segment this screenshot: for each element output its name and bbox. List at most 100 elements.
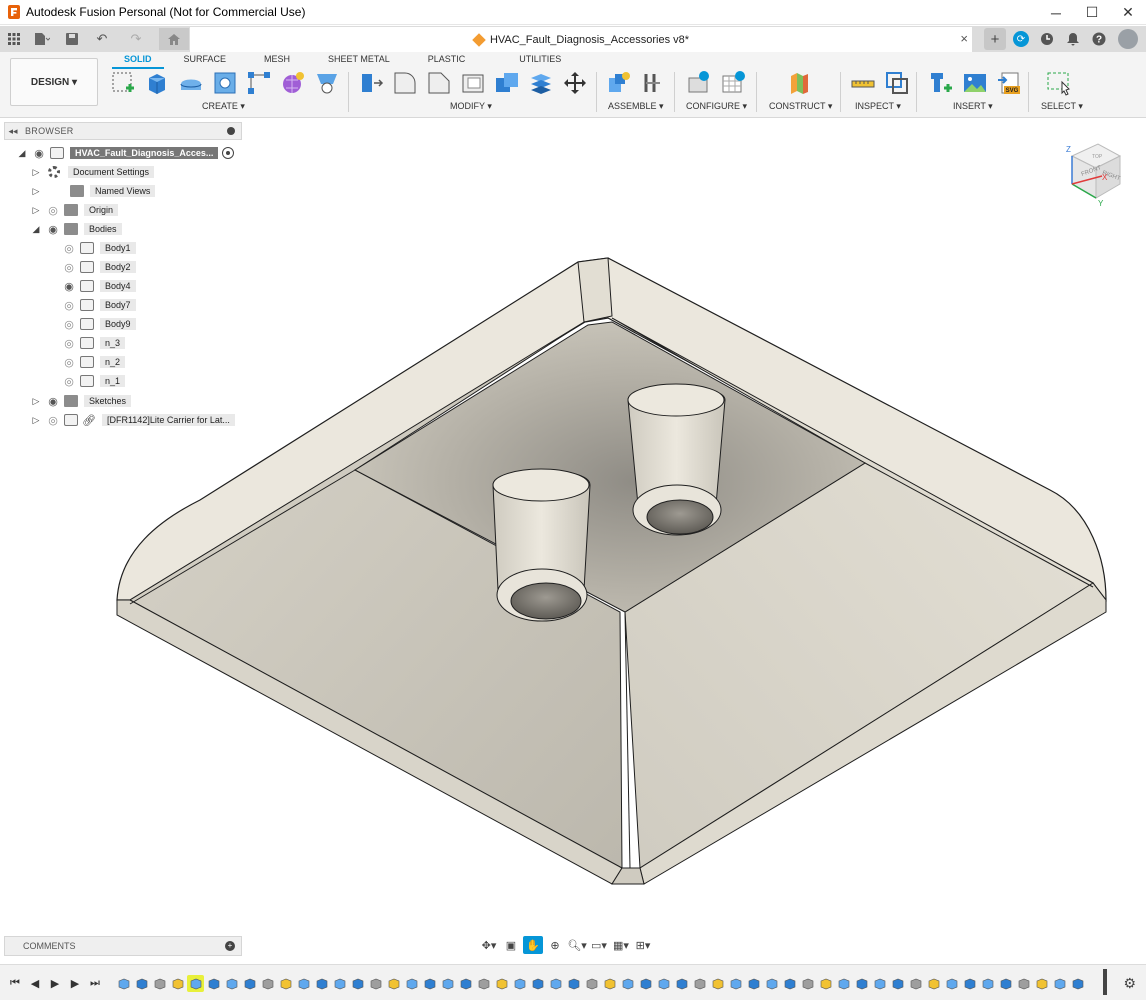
insert-svg-icon[interactable]: SVG: [996, 70, 1022, 96]
comments-panel[interactable]: COMMENTS +: [4, 936, 242, 956]
joint-icon[interactable]: [640, 70, 666, 96]
user-avatar[interactable]: [1118, 29, 1138, 49]
derive-icon[interactable]: [314, 70, 340, 96]
timeline-feature-icon[interactable]: [313, 975, 330, 992]
browser-item-body9[interactable]: ◎ Body9: [58, 316, 136, 332]
tab-solid[interactable]: SOLID: [112, 53, 164, 69]
insert-menu[interactable]: INSERT ▾: [953, 101, 993, 112]
timeline-feature-icon[interactable]: [439, 975, 456, 992]
view-cube[interactable]: FRONT RIGHT TOP Z X Y: [1062, 136, 1126, 208]
insert-canvas-icon[interactable]: [962, 70, 988, 96]
play-icon[interactable]: ▶: [46, 975, 64, 991]
timeline-feature-icon[interactable]: [619, 975, 636, 992]
timeline-feature-icon[interactable]: [529, 975, 546, 992]
select-window-icon[interactable]: [1046, 70, 1072, 96]
create-sketch-icon[interactable]: [110, 70, 136, 96]
help-icon[interactable]: ?: [1088, 28, 1110, 50]
move-copy-icon[interactable]: [562, 70, 588, 96]
step-forward-icon[interactable]: ▶: [66, 975, 84, 991]
browser-root-component[interactable]: ◢ ◉ HVAC_Fault_Diagnosis_Acces...: [16, 145, 235, 161]
timeline-features[interactable]: [115, 971, 1105, 995]
tab-sheet-metal[interactable]: SHEET METAL: [316, 53, 402, 69]
save-icon[interactable]: [61, 28, 83, 50]
app-grid-icon[interactable]: [3, 28, 25, 50]
timeline-feature-icon[interactable]: [727, 975, 744, 992]
timeline-feature-icon[interactable]: [655, 975, 672, 992]
timeline-feature-icon[interactable]: [349, 975, 366, 992]
timeline-feature-icon[interactable]: [385, 975, 402, 992]
boss-front[interactable]: [492, 468, 591, 622]
timeline-feature-icon[interactable]: [817, 975, 834, 992]
grid-settings-icon[interactable]: ▦▾: [611, 936, 631, 954]
timeline-feature-icon[interactable]: [1051, 975, 1068, 992]
visibility-eye-icon[interactable]: ◎: [62, 300, 76, 312]
browser-item-document-settings[interactable]: ▷ Document Settings: [30, 164, 155, 180]
document-tab[interactable]: HVAC_Fault_Diagnosis_Accessories v8* ×: [190, 27, 972, 52]
browser-item-named-views[interactable]: ▷ Named Views: [30, 183, 156, 199]
timeline-feature-icon[interactable]: [763, 975, 780, 992]
tab-surface[interactable]: SURFACE: [172, 53, 239, 69]
new-component-icon[interactable]: [606, 70, 632, 96]
orbit-icon[interactable]: ✥▾: [479, 936, 499, 954]
timeline-feature-icon[interactable]: [187, 974, 204, 992]
timeline-feature-icon[interactable]: [691, 975, 708, 992]
go-to-end-icon[interactable]: ⏭: [86, 975, 104, 991]
timeline-feature-icon[interactable]: [277, 975, 294, 992]
browser-item-body7[interactable]: ◎ Body7: [58, 297, 136, 313]
expand-triangle-icon[interactable]: ▷: [30, 204, 42, 216]
browser-item-bodies[interactable]: ◢ ◉ Bodies: [30, 221, 122, 237]
timeline-feature-icon[interactable]: [223, 975, 240, 992]
timeline-feature-icon[interactable]: [475, 975, 492, 992]
press-pull-icon[interactable]: [358, 70, 384, 96]
notifications-bell-icon[interactable]: [1062, 28, 1084, 50]
collapse-triangle-icon[interactable]: ◢: [16, 147, 28, 159]
timeline-settings-gear-icon[interactable]: ⚙: [1123, 975, 1136, 992]
timeline-feature-icon[interactable]: [961, 975, 978, 992]
collapse-triangle-icon[interactable]: ◢: [30, 223, 42, 235]
browser-item-body1[interactable]: ◎ Body1: [58, 240, 136, 256]
timeline-feature-icon[interactable]: [637, 975, 654, 992]
timeline-feature-icon[interactable]: [169, 975, 186, 992]
offset-faces-icon[interactable]: [528, 70, 554, 96]
go-to-start-icon[interactable]: ⏮: [6, 975, 24, 991]
job-status-icon[interactable]: [1036, 28, 1058, 50]
maximize-button[interactable]: ☐: [1074, 0, 1110, 25]
timeline-feature-icon[interactable]: [889, 975, 906, 992]
fit-icon[interactable]: 🔍︎▾: [567, 936, 587, 954]
configuration-table-icon[interactable]: [720, 70, 746, 96]
assemble-menu[interactable]: ASSEMBLE ▾: [608, 101, 664, 112]
browser-panel-header[interactable]: ◂◂ BROWSER: [4, 122, 242, 140]
extrude-icon[interactable]: [144, 70, 170, 96]
visibility-eye-icon[interactable]: ◎: [46, 205, 60, 217]
fillet-icon[interactable]: [392, 70, 418, 96]
create-form-icon[interactable]: [280, 70, 306, 96]
timeline-feature-icon[interactable]: [709, 975, 726, 992]
timeline-feature-icon[interactable]: [925, 975, 942, 992]
new-tab-button[interactable]: +: [984, 28, 1006, 50]
timeline-feature-icon[interactable]: [565, 975, 582, 992]
pan-hand-icon[interactable]: ✋: [523, 936, 543, 954]
hole-icon[interactable]: [212, 70, 238, 96]
visibility-eye-icon[interactable]: ◎: [62, 262, 76, 274]
model-canvas[interactable]: [0, 119, 1146, 959]
combine-icon[interactable]: [494, 70, 520, 96]
visibility-eye-icon[interactable]: ◉: [62, 281, 76, 293]
browser-item-body4[interactable]: ◉ Body4: [58, 278, 136, 294]
timeline-feature-icon[interactable]: [457, 975, 474, 992]
visibility-eye-icon[interactable]: ◉: [32, 148, 46, 160]
visibility-eye-icon[interactable]: ◎: [46, 415, 60, 427]
browser-item-linked-component[interactable]: ▷ ◎ 🔗︎ [DFR1142]Lite Carrier for Lat...: [30, 412, 235, 428]
insert-derive-icon[interactable]: [928, 70, 954, 96]
tab-plastic[interactable]: PLASTIC: [416, 53, 478, 69]
configure-design-icon[interactable]: [686, 70, 712, 96]
step-back-icon[interactable]: ◀: [26, 975, 44, 991]
expand-triangle-icon[interactable]: ▷: [30, 185, 42, 197]
measure-icon[interactable]: [850, 70, 876, 96]
expand-triangle-icon[interactable]: ▷: [30, 414, 42, 426]
timeline-feature-icon[interactable]: [367, 975, 384, 992]
boss-back[interactable]: [627, 383, 726, 536]
timeline-feature-icon[interactable]: [997, 975, 1014, 992]
extensions-icon[interactable]: ⟳: [1013, 31, 1029, 47]
timeline-feature-icon[interactable]: [1015, 975, 1032, 992]
minimize-button[interactable]: ─: [1038, 0, 1074, 25]
